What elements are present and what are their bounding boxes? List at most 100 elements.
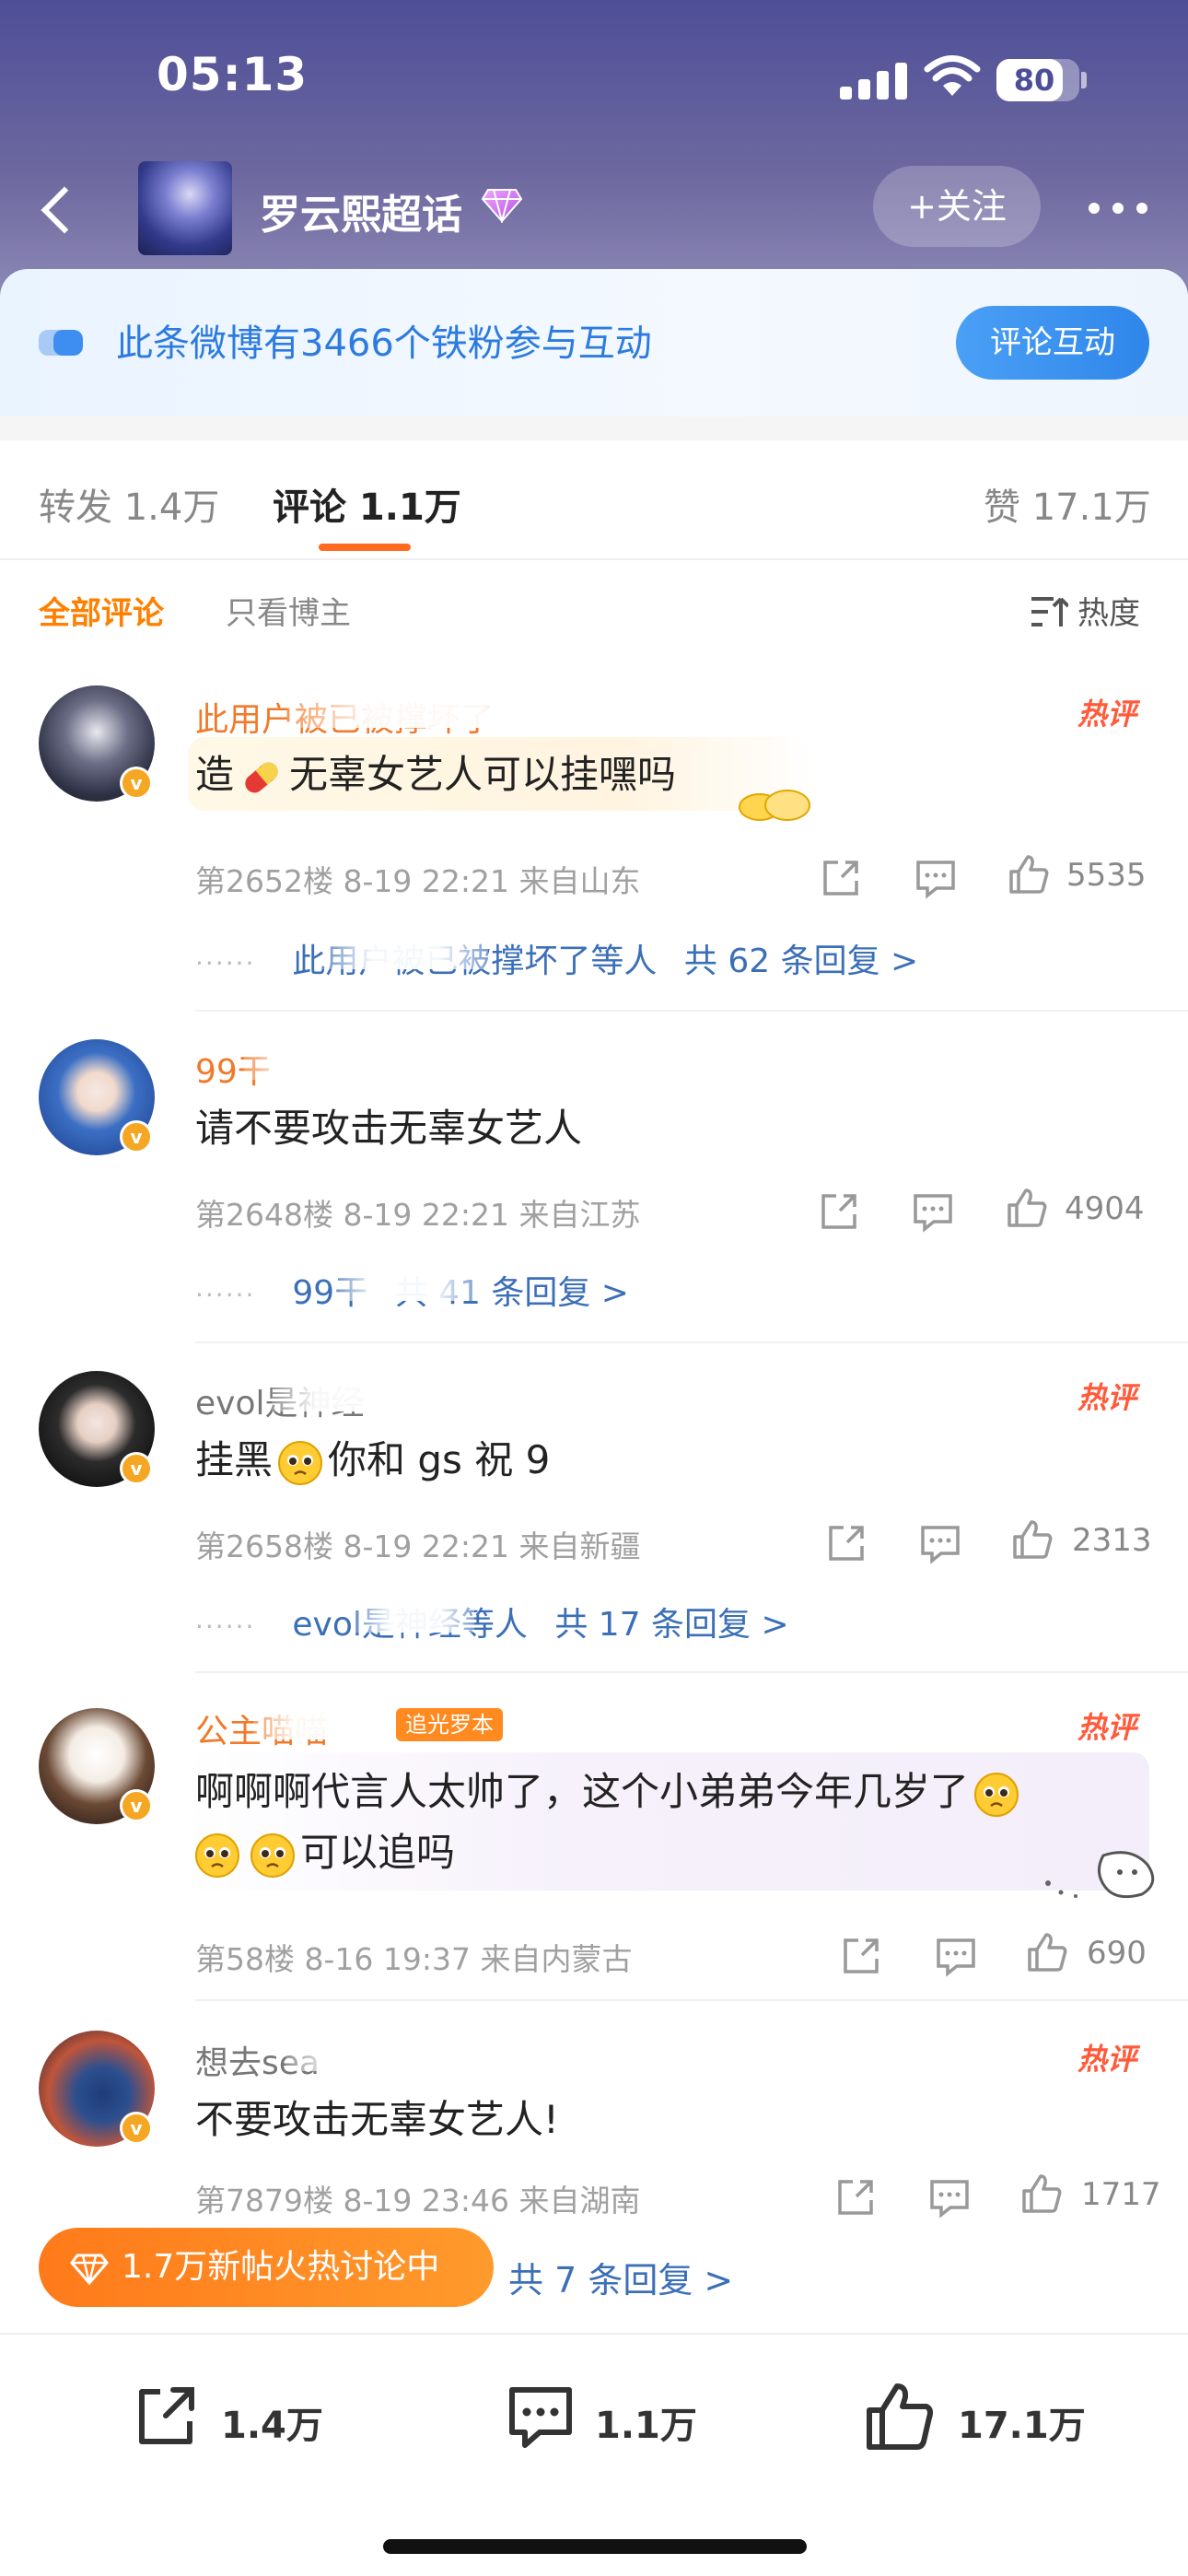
reply-icon[interactable] (914, 857, 957, 899)
fan-interaction-banner: 此条微博有3466个铁粉参与互动 评论互动 (0, 269, 1188, 416)
floor-number: 第58楼 (195, 1941, 295, 1977)
sort-label[interactable]: 热度 (1077, 588, 1140, 633)
hot-discussion-text: 1.7万新帖火热讨论中 (122, 2248, 440, 2286)
tab-comment[interactable]: 评论 1.1万 (273, 477, 461, 531)
comment-text-part: 挂黑 (195, 1437, 274, 1482)
comment-time: 8-19 22:21 (343, 1197, 509, 1233)
share-icon[interactable] (840, 1935, 882, 1977)
tab-active-indicator (319, 544, 411, 551)
section-gap (0, 416, 1188, 440)
repost-icon (139, 2387, 194, 2444)
share-icon[interactable] (818, 1190, 860, 1233)
like-icon[interactable] (1020, 2172, 1063, 2215)
floor-number: 第7879楼 (195, 2183, 333, 2219)
comment-meta: 第2658楼 8-19 22:21 来自新疆 (195, 1522, 640, 1566)
reply-count[interactable]: 共 62 条回复 > (684, 943, 918, 980)
status-time: 05:13 (157, 48, 309, 101)
comment-icon (509, 2387, 572, 2448)
reply-icon[interactable] (935, 1935, 977, 1977)
comment-time: 8-19 22:21 (343, 863, 509, 899)
battery-icon: 80 (996, 59, 1079, 101)
comment-meta: 第7879楼 8-19 23:46 来自湖南 (195, 2176, 640, 2220)
tab-repost[interactable]: 转发 1.4万 (39, 477, 219, 531)
comment-text-part: 你和 gs 祝 9 (328, 1437, 551, 1482)
floor-number: 第2658楼 (195, 1528, 333, 1564)
page-title[interactable]: 罗云熙超话 (260, 181, 462, 240)
divider (195, 1341, 1188, 1343)
hot-comment-tag: 热评 (1077, 2042, 1137, 2077)
comment-meta: 第2648楼 8-19 22:21 来自江苏 (195, 1190, 640, 1235)
comment-count: 1.1万 (595, 2405, 697, 2447)
repost-button[interactable]: 1.4万 (131, 2381, 333, 2451)
divider (195, 1999, 1188, 2001)
fire-icon (70, 2254, 109, 2285)
like-count: 4904 (1065, 1190, 1145, 1227)
share-icon[interactable] (825, 1522, 868, 1564)
comment-text: 啊啊啊代言人太帅了，这个小弟弟今年几岁了 (195, 1762, 1024, 1822)
back-icon[interactable] (29, 177, 85, 241)
comment-text-part: 造 (195, 752, 235, 797)
like-icon[interactable] (1007, 853, 1050, 896)
like-count: 5535 (1066, 857, 1147, 894)
comment-text: 造 无辜女艺人可以挂嘿吗 (195, 744, 676, 805)
like-icon[interactable] (1026, 1931, 1068, 1973)
comment-time: 8-16 19:37 (304, 1941, 472, 1977)
comment-text: 不要攻击无辜女艺人! (195, 2097, 559, 2142)
comment-location: 来自湖南 (518, 2183, 641, 2219)
like-icon[interactable] (1006, 1187, 1048, 1229)
verified-badge: v (120, 1120, 153, 1153)
filter-author-only[interactable]: 只看博主 (226, 588, 351, 633)
reply-icon[interactable] (912, 1190, 954, 1233)
comment-location: 来自山东 (518, 863, 641, 899)
reply-preview[interactable]: ······此用户被已被撑坏了等人 共 62 条回复 > (195, 934, 918, 982)
privacy-blur (244, 1047, 391, 1080)
reply-icon[interactable] (919, 1522, 961, 1564)
tab-bar: 转发 1.4万 评论 1.1万 赞 17.1万 (0, 440, 1188, 560)
more-icon[interactable] (1087, 184, 1151, 230)
fan-badge: 追光罗本 (396, 1708, 503, 1741)
reply-icon[interactable] (928, 2176, 971, 2219)
cloud-sticker-icon (739, 790, 810, 821)
filter-all-comments[interactable]: 全部评论 (39, 588, 164, 633)
hot-discussion-banner[interactable]: 1.7万新帖火热讨论中 (39, 2228, 494, 2307)
fan-icon (39, 330, 83, 356)
share-icon[interactable] (834, 2176, 877, 2219)
comment-location: 来自内蒙古 (480, 1941, 633, 1977)
floor-number: 第2648楼 (195, 1197, 333, 1233)
battery-cap (1081, 72, 1087, 88)
topic-avatar[interactable] (138, 161, 232, 255)
comment-meta: 第58楼 8-16 19:37 来自内蒙古 (195, 1935, 633, 1979)
like-count: 690 (1087, 1935, 1147, 1972)
signal-icon (840, 61, 910, 100)
sort-icon[interactable] (1030, 595, 1068, 628)
hot-comment-tag: 热评 (1077, 1710, 1137, 1745)
share-icon[interactable] (820, 857, 862, 899)
privacy-blur (285, 2038, 442, 2071)
reply-count[interactable]: 共 7 条回复 > (508, 2252, 733, 2302)
verified-badge: v (120, 2112, 153, 2145)
comment-meta: 第2652楼 8-19 22:21 来自山东 (195, 857, 640, 901)
repost-count: 1.4万 (221, 2405, 323, 2447)
hot-comment-tag: 热评 (1077, 697, 1137, 732)
reply-preview[interactable]: ······evol是神经等人 共 17 条回复 > (195, 1598, 789, 1645)
hot-comment-tag: 热评 (1077, 1380, 1137, 1415)
pleading-emoji-icon (250, 1832, 295, 1878)
doodle-sticker-icon (1045, 1851, 1155, 1899)
reply-count[interactable]: 共 17 条回复 > (554, 1606, 788, 1644)
divider (195, 1671, 1188, 1673)
like-icon[interactable] (1011, 1518, 1054, 1561)
comment-text: 挂黑 你和 gs 祝 9 (195, 1430, 550, 1491)
comment-time: 8-19 23:46 (343, 2183, 509, 2219)
status-bar: 05:13 80 (0, 0, 1188, 161)
divider (195, 1010, 1188, 1012)
fan-banner-text: 此条微博有3466个铁粉参与互动 (116, 322, 652, 365)
like-icon (867, 2383, 933, 2450)
follow-button[interactable]: +关注 (873, 166, 1041, 247)
comment-button[interactable]: 1.1万 (505, 2381, 707, 2451)
comment-interact-button[interactable]: 评论互动 (956, 306, 1149, 380)
tab-like[interactable]: 赞 17.1万 (984, 477, 1151, 531)
pleading-emoji-icon (195, 1832, 239, 1878)
like-button[interactable]: 17.1万 (864, 2381, 1103, 2451)
wifi-icon (924, 55, 981, 96)
comment-text-part: 可以追吗 (300, 1830, 456, 1875)
